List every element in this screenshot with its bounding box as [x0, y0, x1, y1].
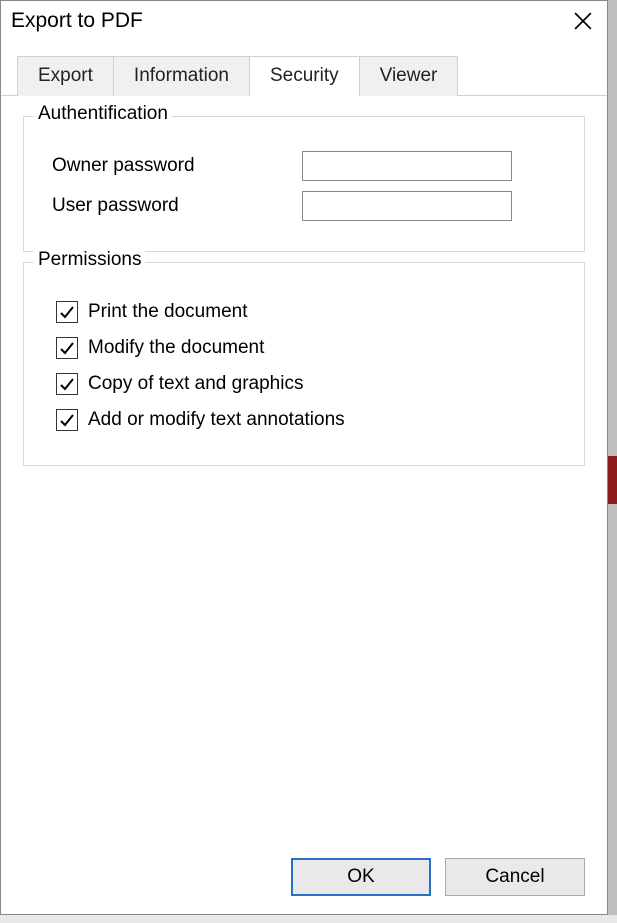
permission-modify-label: Modify the document	[88, 337, 264, 359]
owner-password-input[interactable]	[302, 151, 512, 181]
permissions-fieldset: Permissions Print the document Modify th…	[23, 262, 585, 466]
owner-password-label: Owner password	[42, 155, 302, 177]
tab-bar: Export Information Security Viewer	[1, 41, 607, 96]
permission-annotate-checkbox[interactable]	[56, 409, 78, 431]
permission-print-label: Print the document	[88, 301, 247, 323]
tab-information[interactable]: Information	[113, 56, 250, 96]
permission-copy-checkbox[interactable]	[56, 373, 78, 395]
authentication-legend: Authentification	[34, 103, 172, 125]
user-password-input[interactable]	[302, 191, 512, 221]
background-footer	[0, 915, 617, 923]
permissions-legend: Permissions	[34, 249, 145, 271]
tab-viewer[interactable]: Viewer	[359, 56, 459, 96]
check-icon	[59, 340, 75, 356]
check-icon	[59, 412, 75, 428]
export-pdf-dialog: Export to PDF Export Information Securit…	[0, 0, 608, 915]
tab-content: Authentification Owner password User pas…	[1, 96, 607, 844]
titlebar: Export to PDF	[1, 1, 607, 41]
authentication-fieldset: Authentification Owner password User pas…	[23, 116, 585, 252]
permission-print-row: Print the document	[42, 301, 566, 323]
close-button[interactable]	[569, 7, 597, 35]
permission-copy-label: Copy of text and graphics	[88, 373, 303, 395]
user-password-row: User password	[42, 191, 566, 221]
permission-annotate-label: Add or modify text annotations	[88, 409, 345, 431]
background-decoration	[608, 0, 617, 923]
permission-modify-row: Modify the document	[42, 337, 566, 359]
permission-copy-row: Copy of text and graphics	[42, 373, 566, 395]
ok-button[interactable]: OK	[291, 858, 431, 896]
user-password-label: User password	[42, 195, 302, 217]
permission-modify-checkbox[interactable]	[56, 337, 78, 359]
owner-password-row: Owner password	[42, 151, 566, 181]
tab-security[interactable]: Security	[249, 56, 360, 96]
close-icon	[574, 12, 592, 30]
check-icon	[59, 304, 75, 320]
dialog-buttons: OK Cancel	[1, 844, 607, 914]
cancel-button[interactable]: Cancel	[445, 858, 585, 896]
permission-print-checkbox[interactable]	[56, 301, 78, 323]
dialog-title: Export to PDF	[11, 9, 143, 33]
permission-annotate-row: Add or modify text annotations	[42, 409, 566, 431]
tab-export[interactable]: Export	[17, 56, 114, 96]
check-icon	[59, 376, 75, 392]
